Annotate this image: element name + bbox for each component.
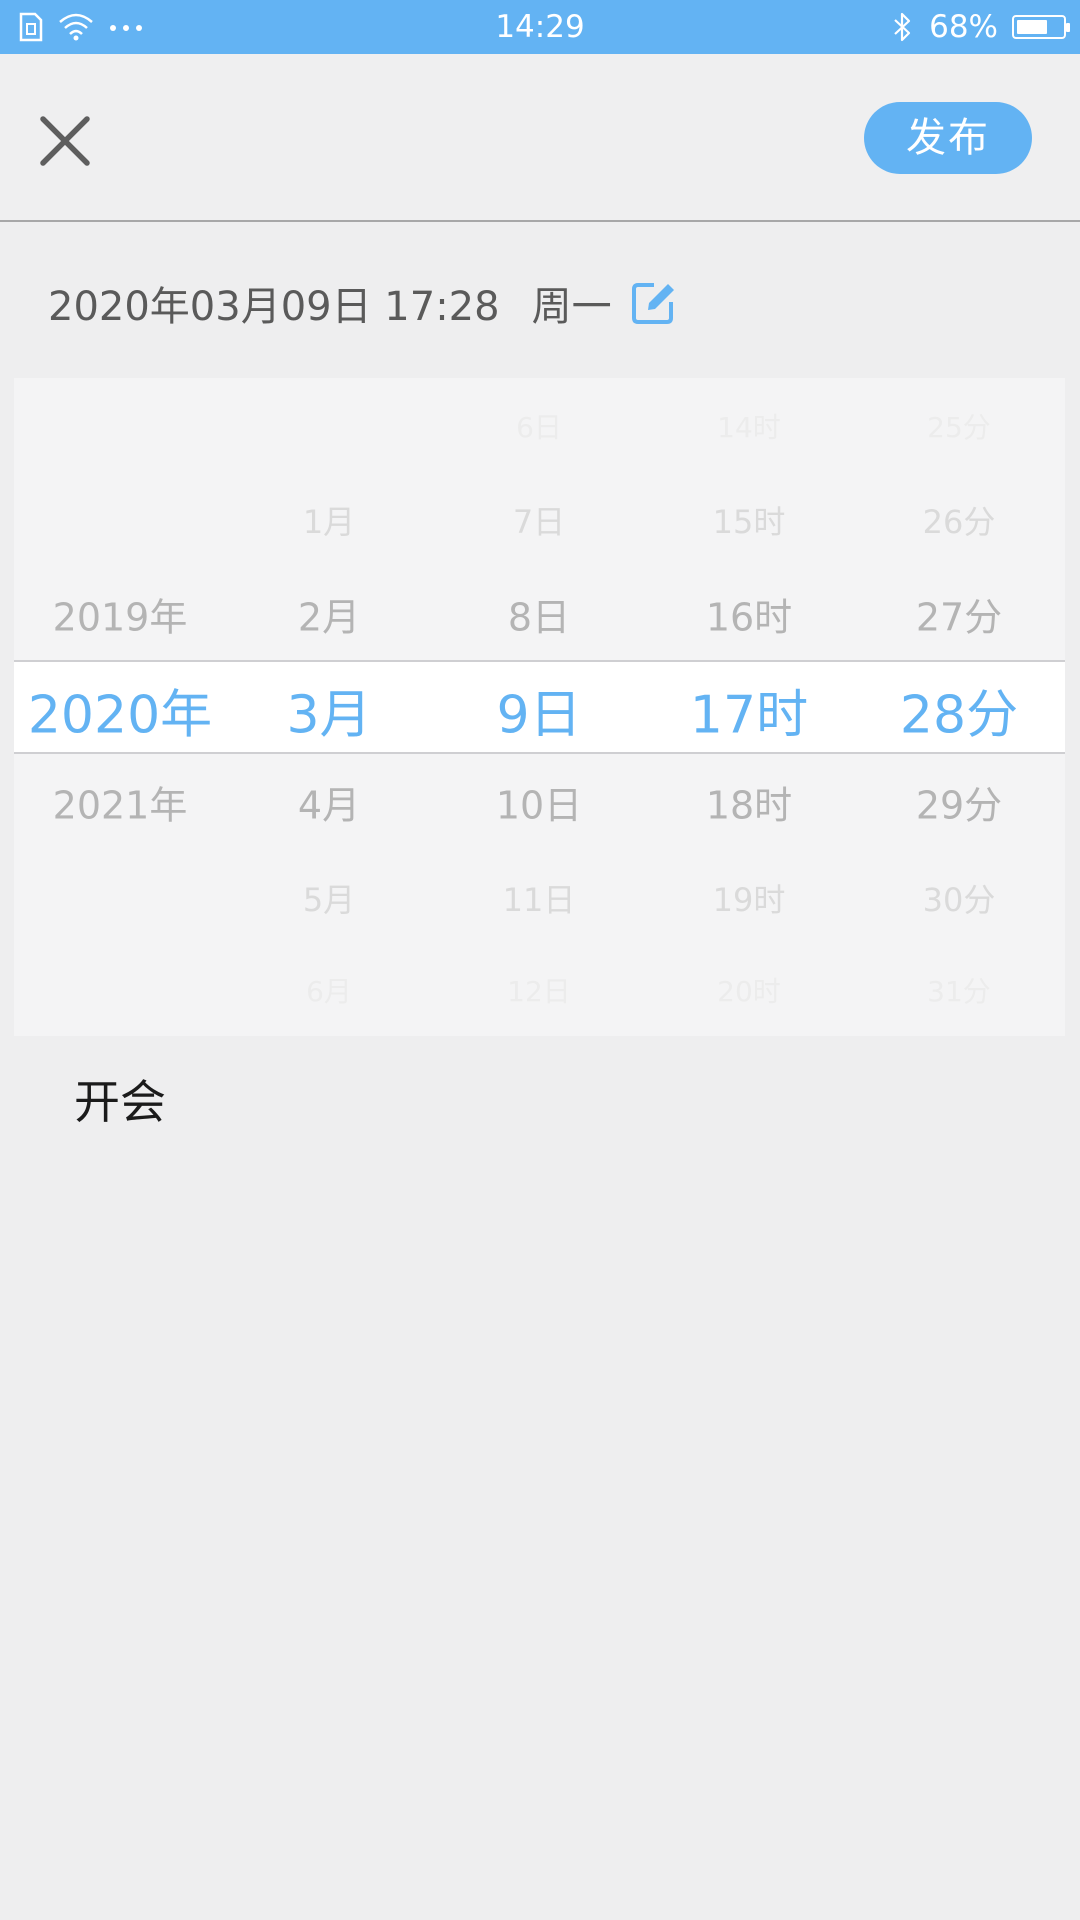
picker-option-minute[interactable]: 29分	[854, 775, 1064, 830]
edit-icon[interactable]	[630, 280, 676, 326]
datetime-text: 2020年03月09日 17:28	[48, 284, 500, 330]
battery-percent: 68%	[929, 9, 998, 45]
picker-option-month[interactable]: 6月	[224, 970, 434, 1010]
bluetooth-icon	[894, 12, 911, 42]
picker-option-hour[interactable]: 16时	[644, 587, 854, 642]
picker-option-minute[interactable]: 30分	[854, 875, 1064, 921]
picker-option-hour[interactable]: 14时	[644, 406, 854, 446]
picker-option-month[interactable]: 4月	[224, 775, 434, 830]
publish-button[interactable]: 发布	[864, 102, 1032, 174]
picker-option-minute[interactable]: 27分	[854, 587, 1064, 642]
picker-selected-year[interactable]: 2020年	[15, 673, 225, 748]
picker-option-hour[interactable]: 15时	[644, 497, 854, 543]
close-button[interactable]	[30, 106, 100, 176]
picker-option-day[interactable]: 8日	[434, 587, 644, 642]
date-display[interactable]: 2020年03月09日 17:28 周一	[48, 270, 676, 336]
datetime-picker[interactable]: 2019年 2020年 2021年 1月 2月 3月 4月 5月 6月 6日 7日 8日 9日 10日 11…	[14, 378, 1065, 1036]
picker-option-hour[interactable]: 19时	[644, 875, 854, 921]
picker-option-day[interactable]: 12日	[434, 970, 644, 1010]
picker-option-minute[interactable]: 26分	[854, 497, 1064, 543]
picker-option-day[interactable]: 6日	[434, 406, 644, 446]
weekday-text: 周一	[531, 284, 612, 330]
picker-option-month[interactable]: 1月	[224, 497, 434, 543]
picker-option-hour[interactable]: 18时	[644, 775, 854, 830]
picker-option-minute[interactable]: 25分	[854, 406, 1064, 446]
status-right-icons: 68%	[891, 0, 1070, 54]
battery-level	[1017, 20, 1047, 34]
picker-option-year[interactable]: 2021年	[15, 775, 225, 830]
picker-column-minute[interactable]: 25分 26分 27分 28分 29分 30分 31分	[854, 378, 1064, 1036]
picker-column-year[interactable]: 2019年 2020年 2021年	[15, 378, 225, 1036]
picker-option-hour[interactable]: 20时	[644, 970, 854, 1010]
close-icon	[40, 116, 90, 166]
picker-selected-month[interactable]: 3月	[224, 673, 434, 748]
picker-option-month[interactable]: 2月	[224, 587, 434, 642]
picker-selected-minute[interactable]: 28分	[854, 673, 1064, 748]
event-title[interactable]: 开会	[74, 1066, 166, 1132]
picker-option-day[interactable]: 11日	[434, 875, 644, 921]
picker-column-day[interactable]: 6日 7日 8日 9日 10日 11日 12日	[434, 378, 644, 1036]
picker-column-hour[interactable]: 14时 15时 16时 17时 18时 19时 20时	[644, 378, 854, 1036]
picker-option-day[interactable]: 7日	[434, 497, 644, 543]
picker-column-month[interactable]: 1月 2月 3月 4月 5月 6月	[224, 378, 434, 1036]
battery-icon	[1012, 15, 1070, 39]
picker-selected-day[interactable]: 9日	[434, 673, 644, 748]
status-bar: 14:29 68%	[0, 0, 1080, 54]
picker-option-year[interactable]: 2019年	[15, 587, 225, 642]
picker-option-minute[interactable]: 31分	[854, 970, 1064, 1010]
picker-option-day[interactable]: 10日	[434, 775, 644, 830]
picker-option-month[interactable]: 5月	[224, 875, 434, 921]
picker-selected-hour[interactable]: 17时	[644, 673, 854, 748]
top-bar: 发布	[0, 54, 1080, 222]
